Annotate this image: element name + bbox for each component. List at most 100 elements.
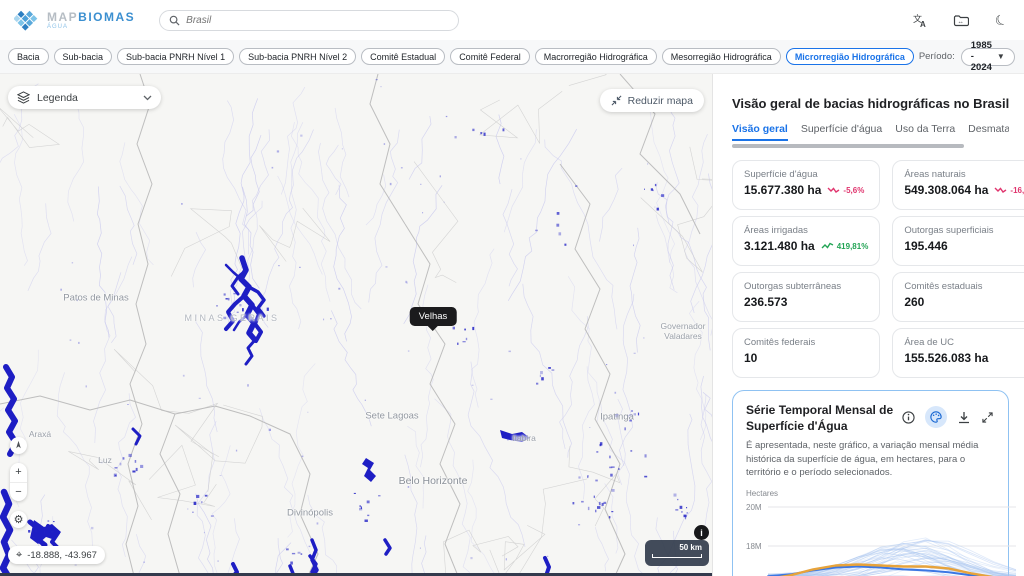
territory-chip-3[interactable]: Sub-bacia PNRH Nível 2	[239, 48, 356, 65]
stat-label: Comitês federais	[744, 337, 868, 348]
chart-title: Série Temporal Mensal de Superfície d'Ág…	[746, 402, 901, 434]
territory-chip-1[interactable]: Sub-bacia	[54, 48, 113, 65]
y-tick-label: 20M	[746, 503, 762, 512]
territory-search[interactable]	[159, 10, 459, 31]
collection-icon[interactable]: ↔	[952, 12, 969, 29]
territory-chip-8[interactable]: Microrregião Hidrográfica	[786, 48, 914, 65]
legend-button[interactable]: Legenda	[8, 86, 161, 109]
chevron-down-icon	[143, 95, 152, 101]
stat-value: 155.526.083 ha	[904, 351, 988, 365]
stat-card: Superfície d'água15.677.380 ha-5,6%	[732, 160, 880, 210]
compass-button[interactable]	[10, 437, 27, 454]
y-tick-label: 18M	[746, 542, 762, 551]
map-scale: 50 km	[645, 540, 709, 566]
tab-vis-o-geral[interactable]: Visão geral	[732, 123, 788, 141]
trend-down-indicator: -5,6%	[827, 186, 864, 195]
scale-bar	[652, 554, 702, 558]
trend-down-indicator: -16,47%	[994, 186, 1024, 195]
stat-label: Outorgas subterrâneas	[744, 281, 868, 292]
territory-category-bar: Bacia Sub-baciaSub-bacia PNRH Nível 1 Sub-…	[0, 40, 1024, 74]
crosshair-icon: ⌖	[16, 549, 22, 562]
translate-icon[interactable]: 文 A	[911, 12, 928, 29]
logo-subtitle: ÁGUA	[47, 24, 135, 30]
collapse-map-label: Reduzir mapa	[628, 95, 693, 107]
scale-label: 50 km	[652, 543, 702, 552]
stat-card: Comitês estaduais 260	[892, 272, 1024, 322]
territory-chip-7[interactable]: Mesorregião Hidrográfica	[662, 48, 781, 65]
svg-text:↔: ↔	[957, 19, 964, 26]
stat-card: Áreas naturais 549.308.064 ha -16,47%	[892, 160, 1024, 210]
style-palette-icon[interactable]	[925, 406, 947, 428]
logo-map: MAP	[47, 10, 78, 24]
trend-down-icon	[994, 186, 1007, 194]
stat-value: 195.446	[904, 239, 947, 253]
period-label: Período:	[919, 51, 955, 62]
territory-chip-0[interactable]: Bacia	[8, 48, 49, 65]
search-icon	[169, 15, 180, 26]
dark-mode-icon[interactable]: ☾	[993, 12, 1010, 29]
panel-tabs: Visão geral Superfície d'água Uso da Terra…	[732, 123, 1009, 142]
stat-label: Áreas irrigadas	[744, 225, 868, 236]
top-bar: MAPBIOMAS ÁGUA 文 A ↔ ☾	[0, 0, 1024, 40]
trend-down-icon	[827, 186, 840, 194]
mapbiomas-logo[interactable]: MAPBIOMAS ÁGUA	[14, 9, 135, 31]
panel-title: Visão geral de bacias hidrográficas no B…	[732, 96, 1009, 111]
map-canvas[interactable]: Patos de MinasMINAS GERAISGovernador Val…	[0, 74, 712, 576]
info-icon[interactable]	[901, 410, 916, 425]
attribution-info-button[interactable]: i	[694, 525, 709, 540]
gear-icon: ⚙	[14, 513, 24, 526]
stat-cards: Superfície d'água15.677.380 ha-5,6% Áreas…	[732, 160, 1009, 378]
period-select[interactable]: 1985 - 2024 ▼	[961, 48, 1015, 66]
map-settings-button[interactable]: ⚙	[10, 511, 27, 528]
stat-label: Comitês estaduais	[904, 281, 1024, 292]
chart-y-axis-label: Hectares	[746, 489, 995, 498]
mapbiomas-logo-icon	[14, 9, 38, 31]
stat-card: Comitês federais 10	[732, 328, 880, 378]
coordinates-display[interactable]: ⌖ -18.888, -43.967	[8, 546, 105, 564]
trend-up-icon	[821, 242, 834, 250]
stat-value: 3.121.480 ha	[744, 239, 815, 253]
chart-description: É apresentada, neste gráfico, a variação…	[746, 439, 995, 479]
expand-icon[interactable]	[980, 410, 995, 425]
zoom-in-button[interactable]: +	[10, 463, 27, 483]
svg-text:A: A	[920, 20, 926, 28]
chevron-down-icon: ▼	[997, 52, 1005, 61]
map-graphics	[0, 74, 712, 576]
collapse-icon	[611, 95, 622, 106]
overview-panel: Visão geral de bacias hidrográficas no B…	[712, 74, 1024, 576]
coordinates-value: -18.888, -43.967	[27, 550, 97, 561]
stat-value: 260	[904, 295, 924, 309]
territory-chip-2[interactable]: Sub-bacia PNRH Nível 1	[117, 48, 234, 65]
download-icon[interactable]	[956, 410, 971, 425]
territory-chip-6[interactable]: Macrorregião Hidrográfica	[535, 48, 657, 65]
stat-value: 549.308.064 ha	[904, 183, 988, 197]
search-input[interactable]	[186, 15, 449, 26]
tab-superf-cie-d-gua[interactable]: Superfície d'água	[801, 123, 882, 141]
stat-card: Áreas irrigadas 3.121.480 ha 419,81%	[732, 216, 880, 266]
stat-card: Outorgas superficiais 195.446	[892, 216, 1024, 266]
filter-chips: Bacia Sub-baciaSub-bacia PNRH Nível 1 Sub-…	[8, 48, 914, 65]
water-chart[interactable]: 20M 18M	[746, 499, 1018, 576]
stat-label: Áreas naturais	[904, 169, 1024, 180]
zoom-controls: + −	[10, 463, 27, 501]
territory-chip-4[interactable]: Comitê Estadual	[361, 48, 445, 65]
tab-desmatamento[interactable]: Desmatamento	[968, 123, 1009, 141]
trend-up-indicator: 419,81%	[821, 242, 869, 251]
basin-tooltip: Velhas	[410, 307, 457, 326]
territory-chip-5[interactable]: Comitê Federal	[450, 48, 530, 65]
stat-label: Outorgas superficiais	[904, 225, 1024, 236]
water-surface-chart-card: Série Temporal Mensal de Superfície d'Ág…	[732, 390, 1009, 576]
zoom-out-button[interactable]: −	[10, 483, 27, 502]
logo-biomas: BIOMAS	[78, 10, 135, 24]
collapse-map-button[interactable]: Reduzir mapa	[600, 89, 704, 112]
compass-icon	[13, 440, 24, 451]
legend-label: Legenda	[37, 92, 78, 104]
stat-value: 10	[744, 351, 757, 365]
stat-label: Área de UC	[904, 337, 1024, 348]
layers-icon	[17, 91, 30, 104]
stat-value: 236.573	[744, 295, 787, 309]
tab-uso-da-terra[interactable]: Uso da Terra	[895, 123, 955, 141]
stat-label: Superfície d'água	[744, 169, 868, 180]
tabs-scrollbar[interactable]	[732, 144, 964, 148]
stat-card: Outorgas subterrâneas 236.573	[732, 272, 880, 322]
